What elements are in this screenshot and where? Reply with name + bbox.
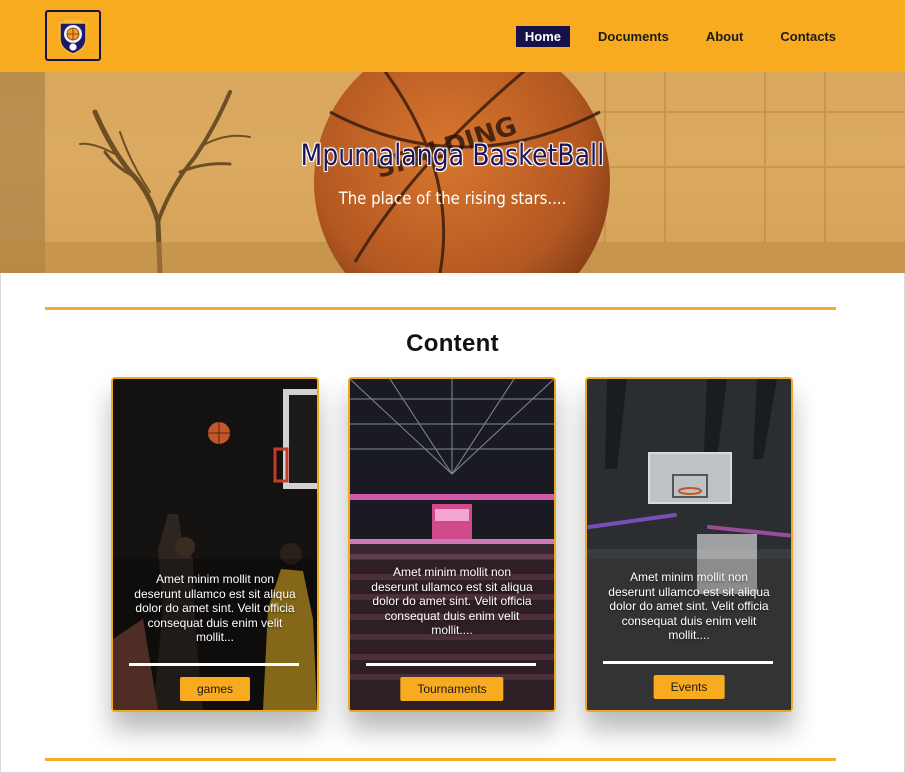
card-games-image: [113, 379, 317, 710]
games-button[interactable]: games: [179, 677, 251, 701]
card-tournaments-text: Amet minim mollit non deserunt ullamco e…: [371, 565, 533, 637]
hero-subtitle: The place of the rising stars....: [338, 189, 567, 209]
top-divider: [45, 307, 836, 310]
bottom-divider: [45, 758, 836, 761]
hero-title: Mpumalanga BasketBall: [300, 138, 605, 172]
nav-documents[interactable]: Documents: [589, 26, 678, 47]
main-nav: Home Documents About Contacts: [497, 26, 845, 47]
card-events: Amet minim mollit non deserunt ullamco e…: [585, 377, 793, 712]
card-tournaments: Amet minim mollit non deserunt ullamco e…: [348, 377, 556, 712]
card-games-text: Amet minim mollit non deserunt ullamco e…: [134, 572, 296, 644]
tournaments-button[interactable]: Tournaments: [400, 677, 504, 701]
site-logo[interactable]: [45, 10, 101, 61]
top-navbar: Home Documents About Contacts: [0, 0, 905, 72]
content-section-title: Content: [406, 330, 499, 357]
card-events-text: Amet minim mollit non deserunt ullamco e…: [608, 570, 770, 642]
card-events-rule: [603, 661, 773, 664]
card-games-rule: [129, 663, 299, 666]
card-tournaments-rule: [366, 663, 536, 666]
hero-banner: SPALDING Mpumalanga BasketBall The place…: [0, 72, 905, 273]
events-button[interactable]: Events: [653, 675, 725, 699]
card-games: Amet minim mollit non deserunt ullamco e…: [111, 377, 319, 712]
nav-about[interactable]: About: [697, 26, 753, 47]
basketball-crest-icon: [59, 19, 87, 55]
nav-home[interactable]: Home: [515, 26, 571, 47]
hero-background-image: SPALDING: [0, 72, 905, 273]
card-tournaments-image: [350, 379, 554, 710]
nav-contacts[interactable]: Contacts: [771, 26, 845, 47]
